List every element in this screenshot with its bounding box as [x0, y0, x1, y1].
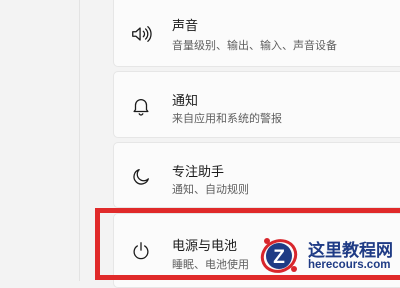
settings-item-focus-assist[interactable]: 专注助手 通知、自动规则 [113, 142, 400, 208]
moon-icon [130, 166, 152, 188]
navigation-pane [0, 0, 78, 281]
settings-item-notifications[interactable]: 通知 来自应用和系统的警报 [113, 71, 400, 138]
settings-item-subtitle: 来自应用和系统的警报 [172, 112, 282, 125]
settings-item-title: 通知 [172, 94, 199, 109]
watermark: Z 这里教程网 herecours.com [250, 232, 400, 281]
settings-item-subtitle: 音量级别、输出、输入、声音设备 [172, 39, 337, 52]
settings-item-title: 专注助手 [172, 165, 225, 180]
speaker-icon [130, 23, 152, 45]
bell-icon [130, 95, 152, 117]
watermark-logo-icon: Z [256, 232, 302, 278]
settings-item-title: 声音 [172, 19, 199, 34]
watermark-logo-letter: Z [273, 247, 285, 268]
settings-item-sound[interactable]: 声音 音量级别、输出、输入、声音设备 [113, 0, 400, 67]
settings-item-subtitle: 通知、自动规则 [172, 183, 249, 196]
watermark-url: herecours.com [308, 259, 391, 271]
watermark-title: 这里教程网 [308, 241, 393, 261]
